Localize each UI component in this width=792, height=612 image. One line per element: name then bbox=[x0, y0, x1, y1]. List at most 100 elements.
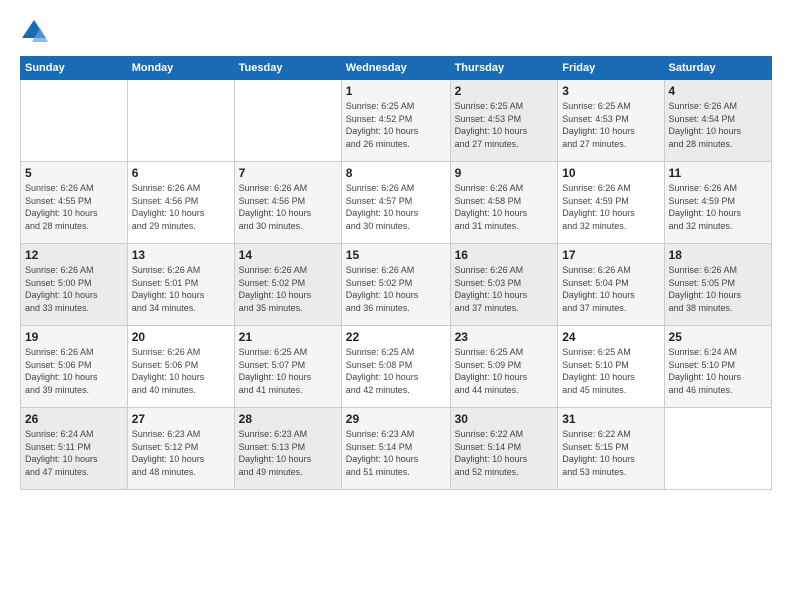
calendar-cell: 19 Sunrise: 6:26 AM Sunset: 5:06 PM Dayli… bbox=[21, 326, 128, 408]
day-number: 13 bbox=[132, 248, 230, 262]
day-number: 7 bbox=[239, 166, 337, 180]
calendar-cell: 4 Sunrise: 6:26 AM Sunset: 4:54 PM Daylig… bbox=[664, 80, 771, 162]
day-number: 9 bbox=[455, 166, 554, 180]
day-info: Sunrise: 6:26 AM Sunset: 5:06 PM Dayligh… bbox=[25, 346, 123, 396]
day-info: Sunrise: 6:26 AM Sunset: 5:01 PM Dayligh… bbox=[132, 264, 230, 314]
calendar-week-row: 26 Sunrise: 6:24 AM Sunset: 5:11 PM Dayli… bbox=[21, 408, 772, 490]
calendar-week-row: 5 Sunrise: 6:26 AM Sunset: 4:55 PM Daylig… bbox=[21, 162, 772, 244]
day-number: 10 bbox=[562, 166, 659, 180]
header bbox=[20, 18, 772, 46]
day-number: 12 bbox=[25, 248, 123, 262]
day-number: 5 bbox=[25, 166, 123, 180]
calendar-cell: 3 Sunrise: 6:25 AM Sunset: 4:53 PM Daylig… bbox=[558, 80, 664, 162]
calendar-cell: 24 Sunrise: 6:25 AM Sunset: 5:10 PM Dayli… bbox=[558, 326, 664, 408]
day-number: 26 bbox=[25, 412, 123, 426]
calendar-week-row: 12 Sunrise: 6:26 AM Sunset: 5:00 PM Dayli… bbox=[21, 244, 772, 326]
calendar-cell: 23Sunrise: 6:25 AM Sunset: 5:09 PM Dayli… bbox=[450, 326, 558, 408]
calendar-cell: 12 Sunrise: 6:26 AM Sunset: 5:00 PM Dayli… bbox=[21, 244, 128, 326]
day-number: 29 bbox=[346, 412, 446, 426]
calendar-cell: 30 Sunrise: 6:22 AM Sunset: 5:14 PM Dayli… bbox=[450, 408, 558, 490]
day-number: 17 bbox=[562, 248, 659, 262]
logo-icon bbox=[20, 18, 48, 46]
weekday-header: Friday bbox=[558, 57, 664, 80]
calendar-cell bbox=[664, 408, 771, 490]
day-number: 14 bbox=[239, 248, 337, 262]
calendar-cell: 7 Sunrise: 6:26 AM Sunset: 4:56 PM Daylig… bbox=[234, 162, 341, 244]
calendar-cell: 11 Sunrise: 6:26 AM Sunset: 4:59 PM Dayli… bbox=[664, 162, 771, 244]
day-info: Sunrise: 6:26 AM Sunset: 4:56 PM Dayligh… bbox=[239, 182, 337, 232]
day-number: 27 bbox=[132, 412, 230, 426]
day-number: 8 bbox=[346, 166, 446, 180]
day-info: Sunrise: 6:26 AM Sunset: 5:00 PM Dayligh… bbox=[25, 264, 123, 314]
day-number: 16 bbox=[455, 248, 554, 262]
calendar-cell: 25Sunrise: 6:24 AM Sunset: 5:10 PM Dayli… bbox=[664, 326, 771, 408]
day-info: Sunrise: 6:25 AM Sunset: 4:53 PM Dayligh… bbox=[562, 100, 659, 150]
day-info: Sunrise: 6:23 AM Sunset: 5:13 PM Dayligh… bbox=[239, 428, 337, 478]
calendar-week-row: 19 Sunrise: 6:26 AM Sunset: 5:06 PM Dayli… bbox=[21, 326, 772, 408]
calendar-cell: 2Sunrise: 6:25 AM Sunset: 4:53 PM Daylig… bbox=[450, 80, 558, 162]
calendar-cell: 18Sunrise: 6:26 AM Sunset: 5:05 PM Dayli… bbox=[664, 244, 771, 326]
day-info: Sunrise: 6:25 AM Sunset: 5:08 PM Dayligh… bbox=[346, 346, 446, 396]
calendar-cell: 8Sunrise: 6:26 AM Sunset: 4:57 PM Daylig… bbox=[341, 162, 450, 244]
calendar-cell: 10Sunrise: 6:26 AM Sunset: 4:59 PM Dayli… bbox=[558, 162, 664, 244]
day-info: Sunrise: 6:26 AM Sunset: 4:59 PM Dayligh… bbox=[669, 182, 767, 232]
day-info: Sunrise: 6:26 AM Sunset: 4:58 PM Dayligh… bbox=[455, 182, 554, 232]
day-info: Sunrise: 6:26 AM Sunset: 5:04 PM Dayligh… bbox=[562, 264, 659, 314]
calendar-page: SundayMondayTuesdayWednesdayThursdayFrid… bbox=[0, 0, 792, 612]
calendar-cell: 29 Sunrise: 6:23 AM Sunset: 5:14 PM Dayli… bbox=[341, 408, 450, 490]
day-number: 11 bbox=[669, 166, 767, 180]
calendar-cell: 28 Sunrise: 6:23 AM Sunset: 5:13 PM Dayli… bbox=[234, 408, 341, 490]
logo bbox=[20, 18, 50, 46]
day-info: Sunrise: 6:26 AM Sunset: 5:02 PM Dayligh… bbox=[346, 264, 446, 314]
day-number: 30 bbox=[455, 412, 554, 426]
day-info: Sunrise: 6:26 AM Sunset: 4:54 PM Dayligh… bbox=[669, 100, 767, 150]
calendar-cell: 31Sunrise: 6:22 AM Sunset: 5:15 PM Dayli… bbox=[558, 408, 664, 490]
day-info: Sunrise: 6:26 AM Sunset: 5:02 PM Dayligh… bbox=[239, 264, 337, 314]
calendar-cell: 20 Sunrise: 6:26 AM Sunset: 5:06 PM Dayli… bbox=[127, 326, 234, 408]
calendar-cell: 22 Sunrise: 6:25 AM Sunset: 5:08 PM Dayli… bbox=[341, 326, 450, 408]
day-info: Sunrise: 6:25 AM Sunset: 4:52 PM Dayligh… bbox=[346, 100, 446, 150]
calendar-cell: 13 Sunrise: 6:26 AM Sunset: 5:01 PM Dayli… bbox=[127, 244, 234, 326]
calendar-cell: 17 Sunrise: 6:26 AM Sunset: 5:04 PM Dayli… bbox=[558, 244, 664, 326]
day-number: 21 bbox=[239, 330, 337, 344]
day-number: 20 bbox=[132, 330, 230, 344]
weekday-header: Thursday bbox=[450, 57, 558, 80]
day-number: 1 bbox=[346, 84, 446, 98]
day-info: Sunrise: 6:26 AM Sunset: 5:03 PM Dayligh… bbox=[455, 264, 554, 314]
calendar-cell: 21 Sunrise: 6:25 AM Sunset: 5:07 PM Dayli… bbox=[234, 326, 341, 408]
day-number: 3 bbox=[562, 84, 659, 98]
day-number: 18 bbox=[669, 248, 767, 262]
calendar-cell: 26 Sunrise: 6:24 AM Sunset: 5:11 PM Dayli… bbox=[21, 408, 128, 490]
day-number: 24 bbox=[562, 330, 659, 344]
day-number: 4 bbox=[669, 84, 767, 98]
day-info: Sunrise: 6:25 AM Sunset: 5:07 PM Dayligh… bbox=[239, 346, 337, 396]
calendar-cell: 27 Sunrise: 6:23 AM Sunset: 5:12 PM Dayli… bbox=[127, 408, 234, 490]
day-number: 22 bbox=[346, 330, 446, 344]
day-info: Sunrise: 6:26 AM Sunset: 4:55 PM Dayligh… bbox=[25, 182, 123, 232]
day-info: Sunrise: 6:25 AM Sunset: 5:10 PM Dayligh… bbox=[562, 346, 659, 396]
day-info: Sunrise: 6:24 AM Sunset: 5:11 PM Dayligh… bbox=[25, 428, 123, 478]
day-info: Sunrise: 6:26 AM Sunset: 5:06 PM Dayligh… bbox=[132, 346, 230, 396]
day-info: Sunrise: 6:26 AM Sunset: 4:56 PM Dayligh… bbox=[132, 182, 230, 232]
calendar-cell: 16 Sunrise: 6:26 AM Sunset: 5:03 PM Dayli… bbox=[450, 244, 558, 326]
day-number: 28 bbox=[239, 412, 337, 426]
weekday-header-row: SundayMondayTuesdayWednesdayThursdayFrid… bbox=[21, 57, 772, 80]
day-number: 23 bbox=[455, 330, 554, 344]
day-number: 15 bbox=[346, 248, 446, 262]
calendar-cell: 6Sunrise: 6:26 AM Sunset: 4:56 PM Daylig… bbox=[127, 162, 234, 244]
calendar-cell bbox=[127, 80, 234, 162]
weekday-header: Saturday bbox=[664, 57, 771, 80]
day-info: Sunrise: 6:23 AM Sunset: 5:12 PM Dayligh… bbox=[132, 428, 230, 478]
day-info: Sunrise: 6:23 AM Sunset: 5:14 PM Dayligh… bbox=[346, 428, 446, 478]
calendar-cell bbox=[234, 80, 341, 162]
day-number: 19 bbox=[25, 330, 123, 344]
calendar-table: SundayMondayTuesdayWednesdayThursdayFrid… bbox=[20, 56, 772, 490]
day-info: Sunrise: 6:22 AM Sunset: 5:14 PM Dayligh… bbox=[455, 428, 554, 478]
day-number: 2 bbox=[455, 84, 554, 98]
calendar-cell: 9 Sunrise: 6:26 AM Sunset: 4:58 PM Daylig… bbox=[450, 162, 558, 244]
weekday-header: Wednesday bbox=[341, 57, 450, 80]
day-number: 31 bbox=[562, 412, 659, 426]
calendar-cell bbox=[21, 80, 128, 162]
calendar-cell: 5 Sunrise: 6:26 AM Sunset: 4:55 PM Daylig… bbox=[21, 162, 128, 244]
day-info: Sunrise: 6:24 AM Sunset: 5:10 PM Dayligh… bbox=[669, 346, 767, 396]
